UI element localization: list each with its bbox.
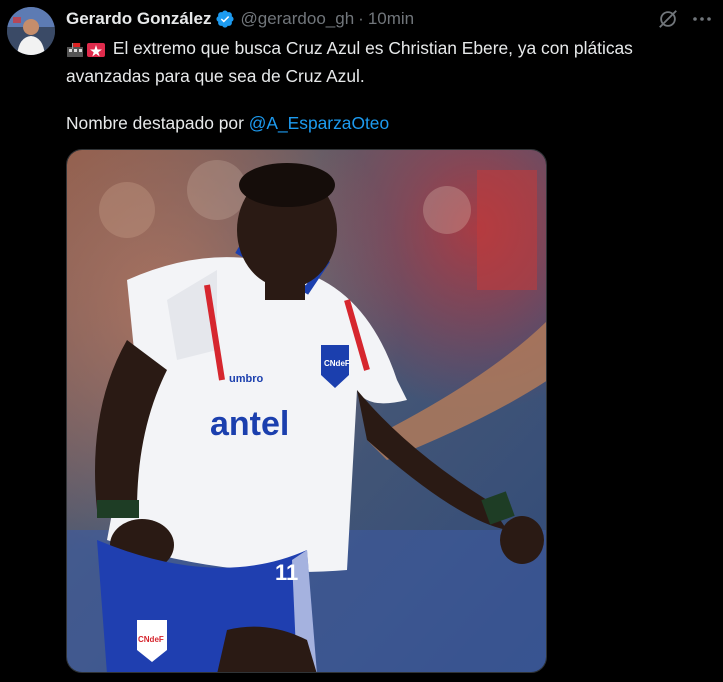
verified-badge-icon <box>216 10 235 28</box>
header-separator: · <box>358 9 364 28</box>
tweet-body-line2: Nombre destapado por @A_EsparzaOteo <box>66 111 389 136</box>
svg-text:CNdeF: CNdeF <box>138 635 164 644</box>
tweet-header: Gerardo González @gerardoo_gh · 10min <box>66 8 414 30</box>
author-handle[interactable]: @gerardoo_gh <box>240 9 354 29</box>
svg-text:antel: antel <box>210 405 289 443</box>
more-options-icon[interactable] <box>690 8 714 30</box>
building-flag-icon <box>66 41 84 57</box>
tweet-body-line1: El extremo que busca Cruz Azul es Christ… <box>66 38 633 86</box>
player-photo: antel umbro CNdeF 11 CNdeF <box>67 150 546 672</box>
tweet-timestamp[interactable]: 10min <box>368 9 414 29</box>
svg-text:11: 11 <box>275 560 298 585</box>
credit-text: Nombre destapado por <box>66 113 249 133</box>
tweet-text: El extremo que busca Cruz Azul es Christ… <box>66 36 706 89</box>
author-name[interactable]: Gerardo González <box>66 9 211 29</box>
svg-text:CNdeF: CNdeF <box>324 359 350 368</box>
author-avatar[interactable] <box>7 7 55 55</box>
tweet-photo[interactable]: antel umbro CNdeF 11 CNdeF <box>66 149 547 673</box>
alert-siren-icon <box>87 41 105 57</box>
avatar-image <box>7 7 55 55</box>
mention-link[interactable]: @A_EsparzaOteo <box>249 113 389 133</box>
svg-text:umbro: umbro <box>229 373 264 385</box>
tweet-emojis <box>66 39 108 64</box>
grok-icon[interactable] <box>657 8 679 30</box>
